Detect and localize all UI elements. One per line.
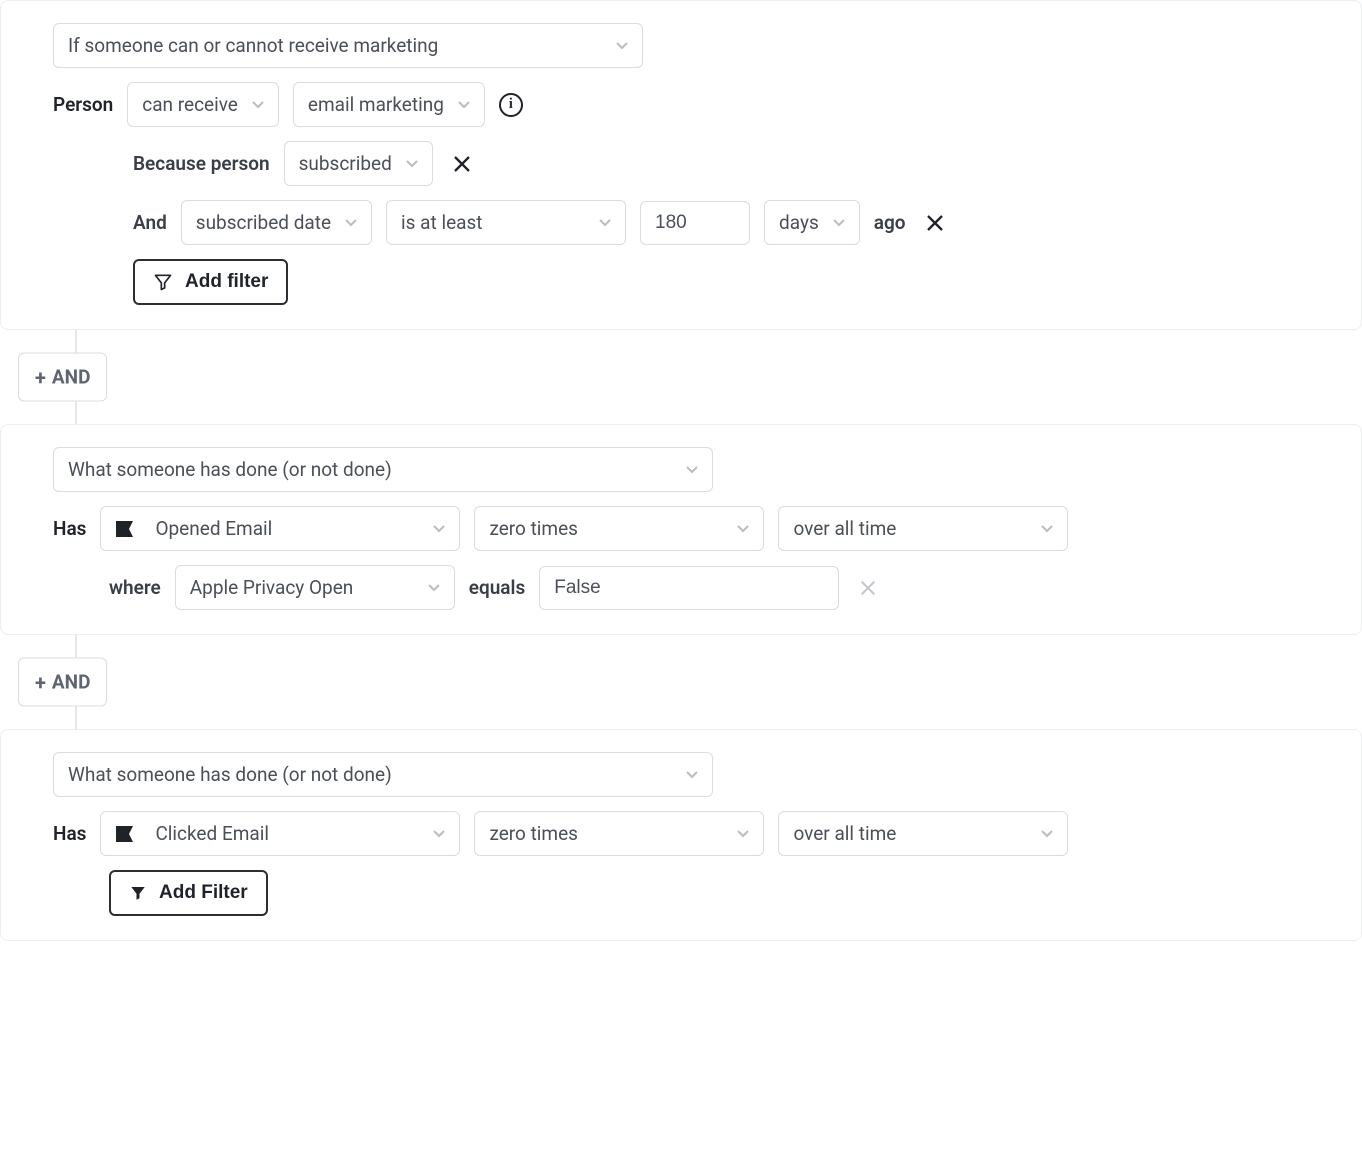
chevron-down-icon <box>428 584 440 592</box>
plus-icon: + <box>35 367 46 387</box>
can-receive-select[interactable]: can receive <box>127 82 279 127</box>
time-value: over all time <box>793 822 896 845</box>
and-static-label: And <box>133 211 167 234</box>
flag-icon <box>115 825 137 843</box>
funnel-outline-icon <box>153 272 173 292</box>
info-icon[interactable]: i <box>499 93 523 117</box>
chevron-down-icon <box>737 830 749 838</box>
connector-label: AND <box>52 366 91 389</box>
date-number-input[interactable] <box>640 201 750 245</box>
ago-static-label: ago <box>874 211 906 234</box>
has-static-label: Has <box>53 517 86 540</box>
add-filter-label: Add Filter <box>159 882 248 904</box>
condition-type-select[interactable]: What someone has done (or not done) <box>53 752 713 797</box>
add-filter-label: Add filter <box>185 271 268 293</box>
add-and-button[interactable]: + AND <box>18 658 107 707</box>
condition-type-label: If someone can or cannot receive marketi… <box>68 34 438 57</box>
where-static-label: where <box>109 576 161 599</box>
condition-block-2: What someone has done (or not done) Has … <box>0 424 1362 635</box>
channel-select[interactable]: email marketing <box>293 82 485 127</box>
chevron-down-icon <box>686 771 698 779</box>
person-static-label: Person <box>53 93 113 116</box>
because-select[interactable]: subscribed <box>284 141 433 186</box>
condition-type-label: What someone has done (or not done) <box>68 458 392 481</box>
count-select[interactable]: zero times <box>474 506 764 551</box>
event-select[interactable]: Clicked Email <box>100 811 460 856</box>
connector-label: AND <box>52 671 91 694</box>
remove-date-filter-button[interactable] <box>920 208 950 238</box>
event-select[interactable]: Opened Email <box>100 506 460 551</box>
date-unit-select[interactable]: days <box>764 200 860 245</box>
chevron-down-icon <box>433 830 445 838</box>
chevron-down-icon <box>686 466 698 474</box>
add-filter-button[interactable]: Add filter <box>133 259 288 305</box>
equals-static-label: equals <box>469 576 525 599</box>
chevron-down-icon <box>406 160 418 168</box>
event-value: Clicked Email <box>155 822 269 845</box>
condition-type-label: What someone has done (or not done) <box>68 763 392 786</box>
chevron-down-icon <box>1041 525 1053 533</box>
chevron-down-icon <box>599 219 611 227</box>
chevron-down-icon <box>616 42 628 50</box>
time-value: over all time <box>793 517 896 540</box>
chevron-down-icon <box>252 101 264 109</box>
funnel-solid-icon <box>129 884 147 902</box>
chevron-down-icon <box>833 219 845 227</box>
date-field-value: subscribed date <box>196 211 331 234</box>
date-op-value: is at least <box>401 211 482 234</box>
chevron-down-icon <box>345 219 357 227</box>
channel-value: email marketing <box>308 93 444 116</box>
connector: + AND <box>0 330 1362 424</box>
date-unit-value: days <box>779 211 819 234</box>
time-range-select[interactable]: over all time <box>778 506 1068 551</box>
add-filter-button[interactable]: Add Filter <box>109 870 268 916</box>
attribute-select[interactable]: Apple Privacy Open <box>175 565 455 610</box>
condition-block-3: What someone has done (or not done) Has … <box>0 729 1362 941</box>
event-value: Opened Email <box>155 517 272 540</box>
count-value: zero times <box>489 517 578 540</box>
attribute-value: Apple Privacy Open <box>190 576 354 599</box>
connector: + AND <box>0 635 1362 729</box>
has-static-label: Has <box>53 822 86 845</box>
because-static-label: Because person <box>133 152 270 175</box>
chevron-down-icon <box>737 525 749 533</box>
chevron-down-icon <box>433 525 445 533</box>
condition-type-select[interactable]: If someone can or cannot receive marketi… <box>53 23 643 68</box>
flag-icon <box>115 520 137 538</box>
because-value: subscribed <box>299 152 392 175</box>
remove-because-button[interactable] <box>447 149 477 179</box>
remove-where-filter-button[interactable] <box>853 573 883 603</box>
chevron-down-icon <box>1041 830 1053 838</box>
condition-type-select[interactable]: What someone has done (or not done) <box>53 447 713 492</box>
date-op-select[interactable]: is at least <box>386 200 626 245</box>
date-field-select[interactable]: subscribed date <box>181 200 372 245</box>
chevron-down-icon <box>458 101 470 109</box>
can-receive-value: can receive <box>142 93 238 116</box>
time-range-select[interactable]: over all time <box>778 811 1068 856</box>
value-input[interactable] <box>539 566 839 610</box>
add-and-button[interactable]: + AND <box>18 353 107 402</box>
condition-block-1: If someone can or cannot receive marketi… <box>0 0 1362 330</box>
count-value: zero times <box>489 822 578 845</box>
plus-icon: + <box>35 672 46 692</box>
count-select[interactable]: zero times <box>474 811 764 856</box>
